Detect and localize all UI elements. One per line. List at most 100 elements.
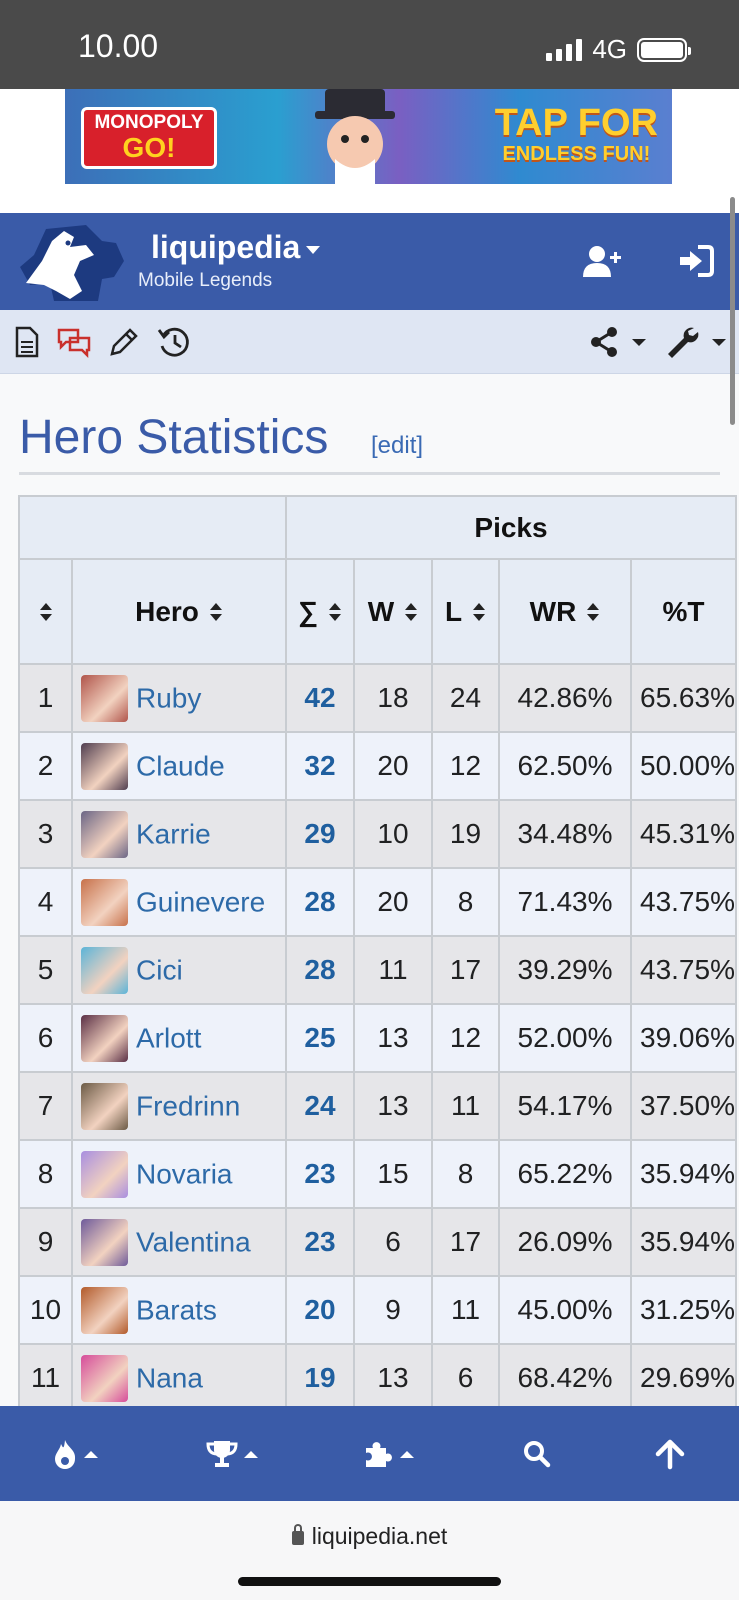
wiki-name: Mobile Legends xyxy=(138,270,273,291)
hero-name-link[interactable]: Ruby xyxy=(136,682,201,713)
rank-cell: 2 xyxy=(18,731,73,801)
rank-cell: 9 xyxy=(18,1207,73,1277)
hero-name-link[interactable]: Fredrinn xyxy=(136,1090,240,1121)
status-time: 10.00 xyxy=(78,28,159,64)
pickrate-cell: 37.50% xyxy=(630,1071,737,1141)
sort-icon[interactable] xyxy=(586,602,600,622)
pickrate-cell: 65.63% xyxy=(630,663,737,733)
picks-total-cell: 42 xyxy=(285,663,355,733)
table-row: 1 Ruby 42 18 24 42.86% 65.63% xyxy=(18,663,737,733)
ad-tagline-line1: TAP FOR xyxy=(494,102,658,144)
chevron-down-icon[interactable] xyxy=(708,324,730,360)
ad-logo: MONOPOLY GO! xyxy=(81,107,217,169)
hero-avatar[interactable] xyxy=(81,1286,128,1334)
hero-cell: Arlott xyxy=(71,1003,287,1073)
col-wins-header[interactable]: W xyxy=(353,558,433,665)
sort-icon[interactable] xyxy=(472,602,486,622)
col-total-header[interactable]: ∑ xyxy=(285,558,355,665)
hero-name-link[interactable]: Guinevere xyxy=(136,886,265,917)
hero-avatar[interactable] xyxy=(81,1082,128,1130)
page-icon[interactable] xyxy=(8,324,44,360)
column-label: L xyxy=(444,595,463,627)
column-header-content: Hero xyxy=(73,596,285,628)
col-losses-header[interactable]: L xyxy=(431,558,500,665)
discussion-icon[interactable] xyxy=(56,324,92,360)
hero-avatar[interactable] xyxy=(81,878,128,926)
sign-in-icon[interactable] xyxy=(676,243,716,279)
trending-menu-button[interactable] xyxy=(52,1436,98,1472)
history-icon[interactable] xyxy=(156,324,192,360)
picks-total-cell: 28 xyxy=(285,935,355,1005)
hero-avatar[interactable] xyxy=(81,946,128,994)
picks-total-cell: 29 xyxy=(285,799,355,869)
share-icon[interactable] xyxy=(586,324,622,360)
column-label: %T xyxy=(662,595,705,627)
hero-name-link[interactable]: Cici xyxy=(136,954,183,985)
hero-name-link[interactable]: Valentina xyxy=(136,1226,251,1257)
losses-cell: 11 xyxy=(431,1275,500,1345)
sort-icon[interactable] xyxy=(328,602,342,622)
hero-name-link[interactable]: Barats xyxy=(136,1294,217,1325)
hero-avatar[interactable] xyxy=(81,674,128,722)
trophy-icon xyxy=(206,1441,238,1467)
hero-avatar[interactable] xyxy=(81,1354,128,1402)
site-name[interactable]: liquipedia xyxy=(151,229,321,266)
hero-statistics-table: Picks Hero ∑ W L WR %T 1 Ruby 42 18 24 42.86% 65.63… xyxy=(18,495,737,1406)
picks-total-cell: 28 xyxy=(285,867,355,937)
chevron-up-icon xyxy=(84,1450,98,1458)
picks-total-cell: 25 xyxy=(285,1003,355,1073)
hero-name-link[interactable]: Novaria xyxy=(136,1158,232,1189)
losses-cell: 8 xyxy=(431,1139,500,1209)
sort-icon[interactable] xyxy=(209,602,223,622)
winrate-cell: 62.50% xyxy=(498,731,632,801)
chevron-up-icon xyxy=(244,1450,258,1458)
sort-icon[interactable] xyxy=(39,602,53,622)
hero-avatar[interactable] xyxy=(81,1218,128,1266)
edit-icon[interactable] xyxy=(106,324,142,360)
back-to-top-button[interactable] xyxy=(655,1436,685,1472)
winrate-cell: 45.00% xyxy=(498,1275,632,1345)
puzzle-icon xyxy=(366,1442,392,1467)
picks-total-cell: 19 xyxy=(285,1343,355,1406)
url-display[interactable]: liquipedia.net xyxy=(0,1523,739,1550)
page-scrollbar[interactable] xyxy=(730,197,735,425)
tournaments-menu-button[interactable] xyxy=(206,1436,258,1472)
column-header-content: WR xyxy=(500,596,630,628)
hero-avatar[interactable] xyxy=(81,810,128,858)
hero-avatar[interactable] xyxy=(81,1014,128,1062)
title-divider xyxy=(19,472,720,475)
col-hero-header[interactable]: Hero xyxy=(71,558,287,665)
hero-cell: Novaria xyxy=(71,1139,287,1209)
hero-name-link[interactable]: Nana xyxy=(136,1362,203,1393)
chevron-down-icon[interactable] xyxy=(628,324,650,360)
hero-avatar[interactable] xyxy=(81,1150,128,1198)
ad-container: MONOPOLY GO! TAP FOR ENDLESS FUN! xyxy=(0,89,739,213)
user-plus-icon[interactable] xyxy=(582,243,622,279)
winrate-cell: 39.29% xyxy=(498,935,632,1005)
losses-cell: 11 xyxy=(431,1071,500,1141)
search-button[interactable] xyxy=(522,1436,552,1472)
wins-cell: 11 xyxy=(353,935,433,1005)
chevron-up-icon xyxy=(400,1450,414,1458)
column-label: WR xyxy=(529,595,577,627)
rank-cell: 8 xyxy=(18,1139,73,1209)
col-winrate-header[interactable]: WR xyxy=(498,558,632,665)
liquipedia-logo-icon[interactable] xyxy=(16,221,128,305)
tools-menu-button[interactable] xyxy=(362,1436,414,1472)
wrench-icon[interactable] xyxy=(664,324,700,360)
col-pickrate-header[interactable]: %T xyxy=(630,558,737,665)
hero-name-link[interactable]: Arlott xyxy=(136,1022,201,1053)
edit-section-link[interactable]: [edit] xyxy=(371,432,423,460)
hero-avatar[interactable] xyxy=(81,742,128,790)
sort-icon[interactable] xyxy=(404,602,418,622)
network-type: 4G xyxy=(592,34,627,64)
rank-cell: 3 xyxy=(18,799,73,869)
hero-name-link[interactable]: Claude xyxy=(136,750,225,781)
hero-name-link[interactable]: Karrie xyxy=(136,818,211,849)
col-rank-header[interactable] xyxy=(18,558,73,665)
picks-total-cell: 23 xyxy=(285,1207,355,1277)
ad-banner[interactable]: MONOPOLY GO! TAP FOR ENDLESS FUN! xyxy=(65,89,672,184)
table-corner-header xyxy=(18,495,287,560)
home-indicator[interactable] xyxy=(238,1577,501,1586)
picks-total-cell: 23 xyxy=(285,1139,355,1209)
